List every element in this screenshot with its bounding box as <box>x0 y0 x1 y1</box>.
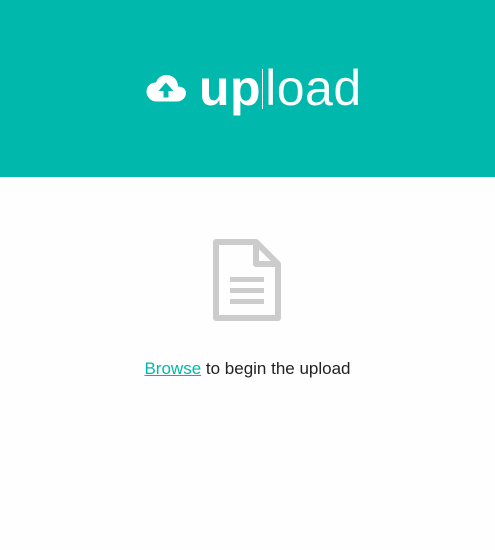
upload-drop-area[interactable]: Browse to begin the upload <box>0 177 495 550</box>
cloud-upload-icon <box>146 75 186 102</box>
prompt-text: to begin the upload <box>201 359 351 378</box>
app-title: upload <box>199 58 362 118</box>
upload-prompt: Browse to begin the upload <box>0 359 495 379</box>
title-light: load <box>265 60 362 116</box>
browse-link[interactable]: Browse <box>144 359 201 378</box>
brand-logo: upload <box>145 58 362 118</box>
title-divider <box>262 69 264 109</box>
document-icon <box>213 239 281 321</box>
title-strong: up <box>199 60 262 116</box>
header-banner: upload <box>0 0 495 177</box>
